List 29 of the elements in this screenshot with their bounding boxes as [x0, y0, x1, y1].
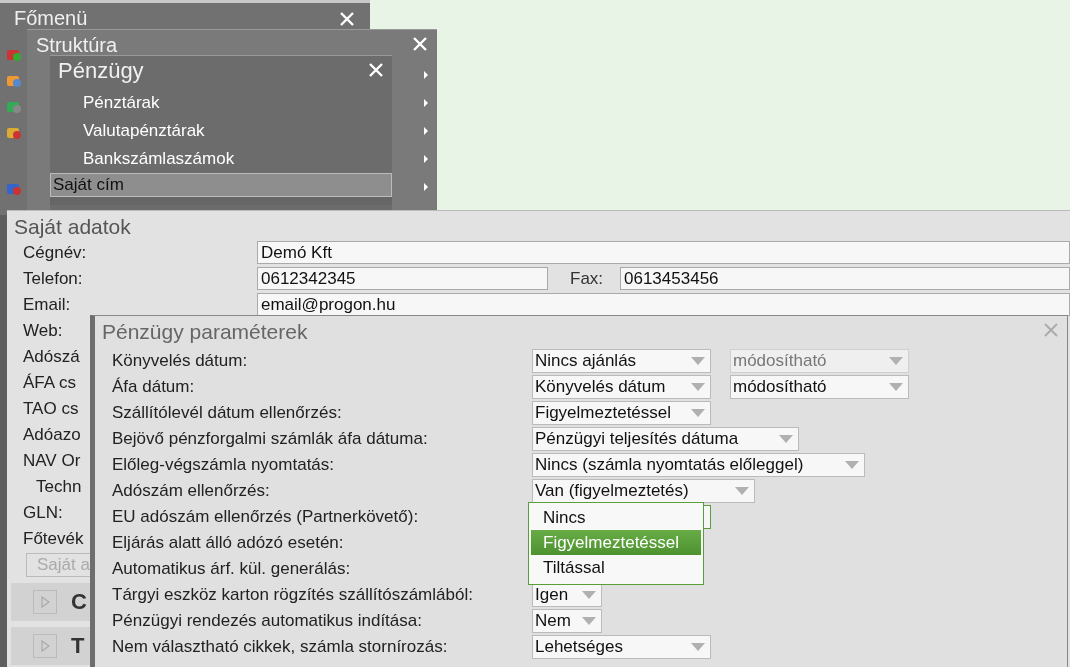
- window-title: Struktúra: [36, 33, 118, 57]
- field-label: Eljárás alatt álló adózó esetén:: [111, 533, 345, 553]
- window-title: Saját adatok: [14, 215, 131, 240]
- field-label: Nem választható cikkek, számla stornírozás:: [111, 637, 449, 657]
- field-label: Adóazo: [23, 424, 81, 445]
- field-label: Fax:: [569, 268, 605, 289]
- field-label: Előleg-végszámla nyomtatás:: [111, 455, 336, 475]
- field-label: Email:: [23, 294, 71, 315]
- field-label: Adószám ellenőrzés:: [111, 481, 271, 501]
- field-label: ÁFA cs: [23, 372, 76, 393]
- field-label: Bejövő pénzforgalmi számlák áfa dátuma:: [111, 429, 429, 449]
- field-label: Áfa dátum:: [111, 377, 196, 397]
- field-label: EU adószám ellenőrzés (Partnerkövető):: [111, 507, 420, 527]
- window-title: Pénzügy paraméterek: [102, 320, 308, 345]
- field-label: Adószá: [23, 346, 80, 367]
- field-label: TAO cs: [23, 398, 79, 419]
- window-title: Pénzügy: [58, 59, 144, 83]
- field-label: Tárgyi eszköz karton rögzítés szállítószámlából:: [111, 585, 474, 605]
- field-label: Pénzügyi rendezés automatikus indítása:: [111, 611, 423, 631]
- window-title: Főmenü: [14, 6, 88, 30]
- field-label: Cégnév:: [23, 242, 87, 263]
- field-label: Web:: [23, 320, 63, 341]
- field-label: NAV Or: [23, 450, 81, 471]
- field-label: Főtevék: [23, 528, 84, 549]
- field-label: Telefon:: [23, 268, 83, 289]
- field-label: GLN:: [23, 502, 63, 523]
- field-label: Szállítólevél dátum ellenőrzés:: [111, 403, 343, 423]
- field-label: Techn: [35, 476, 82, 497]
- field-label: Könyvelés dátum:: [111, 351, 249, 371]
